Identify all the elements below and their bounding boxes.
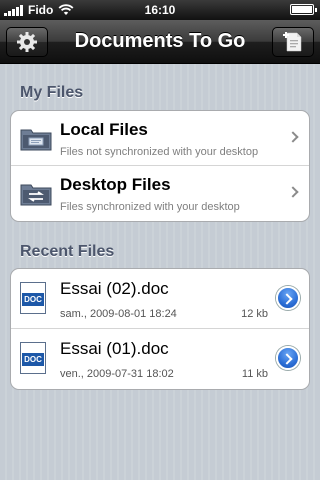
list-item-subtitle: Files synchronized with your desktop	[60, 201, 240, 213]
navigation-bar: Documents To Go	[0, 20, 320, 64]
detail-disclosure-button[interactable]	[276, 346, 300, 370]
clock: 16:10	[144, 3, 176, 17]
file-name: Essai (02).doc	[60, 279, 169, 298]
file-size: 11 kb	[241, 368, 268, 380]
word-document-icon: DOC	[20, 282, 46, 314]
list-item-local-files[interactable]: Local Files Files not synchronized with …	[11, 111, 309, 166]
folder-icon	[20, 129, 52, 151]
file-date: ven., 2009-07-31 18:02	[60, 368, 174, 380]
detail-disclosure-button[interactable]	[276, 286, 300, 310]
recent-file-row[interactable]: DOC Essai (01).doc ven., 2009-07-31 18:0…	[11, 329, 309, 389]
new-document-button[interactable]	[272, 27, 314, 57]
gear-icon	[17, 32, 37, 52]
status-bar: Fido 16:10	[0, 0, 320, 20]
word-document-icon: DOC	[20, 342, 46, 374]
list-item-subtitle: Files not synchronized with your desktop	[60, 146, 259, 158]
file-date: sam., 2009-08-01 18:24	[60, 308, 177, 320]
my-files-group: Local Files Files not synchronized with …	[10, 110, 310, 222]
doc-badge: DOC	[22, 353, 44, 366]
chevron-right-icon	[287, 131, 299, 143]
battery-fill	[292, 6, 312, 13]
recent-files-group: DOC Essai (02).doc sam., 2009-08-01 18:2…	[10, 268, 310, 390]
page-title: Documents To Go	[74, 30, 246, 52]
settings-button[interactable]	[6, 27, 48, 57]
new-document-icon	[283, 32, 302, 52]
my-files-header: My Files	[20, 84, 84, 101]
file-size: 12 kb	[241, 308, 268, 320]
recent-files-header: Recent Files	[20, 243, 115, 260]
doc-badge: DOC	[22, 293, 44, 306]
list-item-desktop-files[interactable]: Desktop Files Files synchronized with yo…	[11, 166, 309, 221]
list-item-title: Desktop Files	[60, 175, 171, 194]
battery-icon	[290, 4, 317, 15]
sync-folder-icon	[20, 184, 52, 206]
recent-file-row[interactable]: DOC Essai (02).doc sam., 2009-08-01 18:2…	[11, 269, 309, 329]
file-name: Essai (01).doc	[60, 339, 169, 358]
list-item-title: Local Files	[60, 120, 148, 139]
chevron-right-icon	[287, 186, 299, 198]
